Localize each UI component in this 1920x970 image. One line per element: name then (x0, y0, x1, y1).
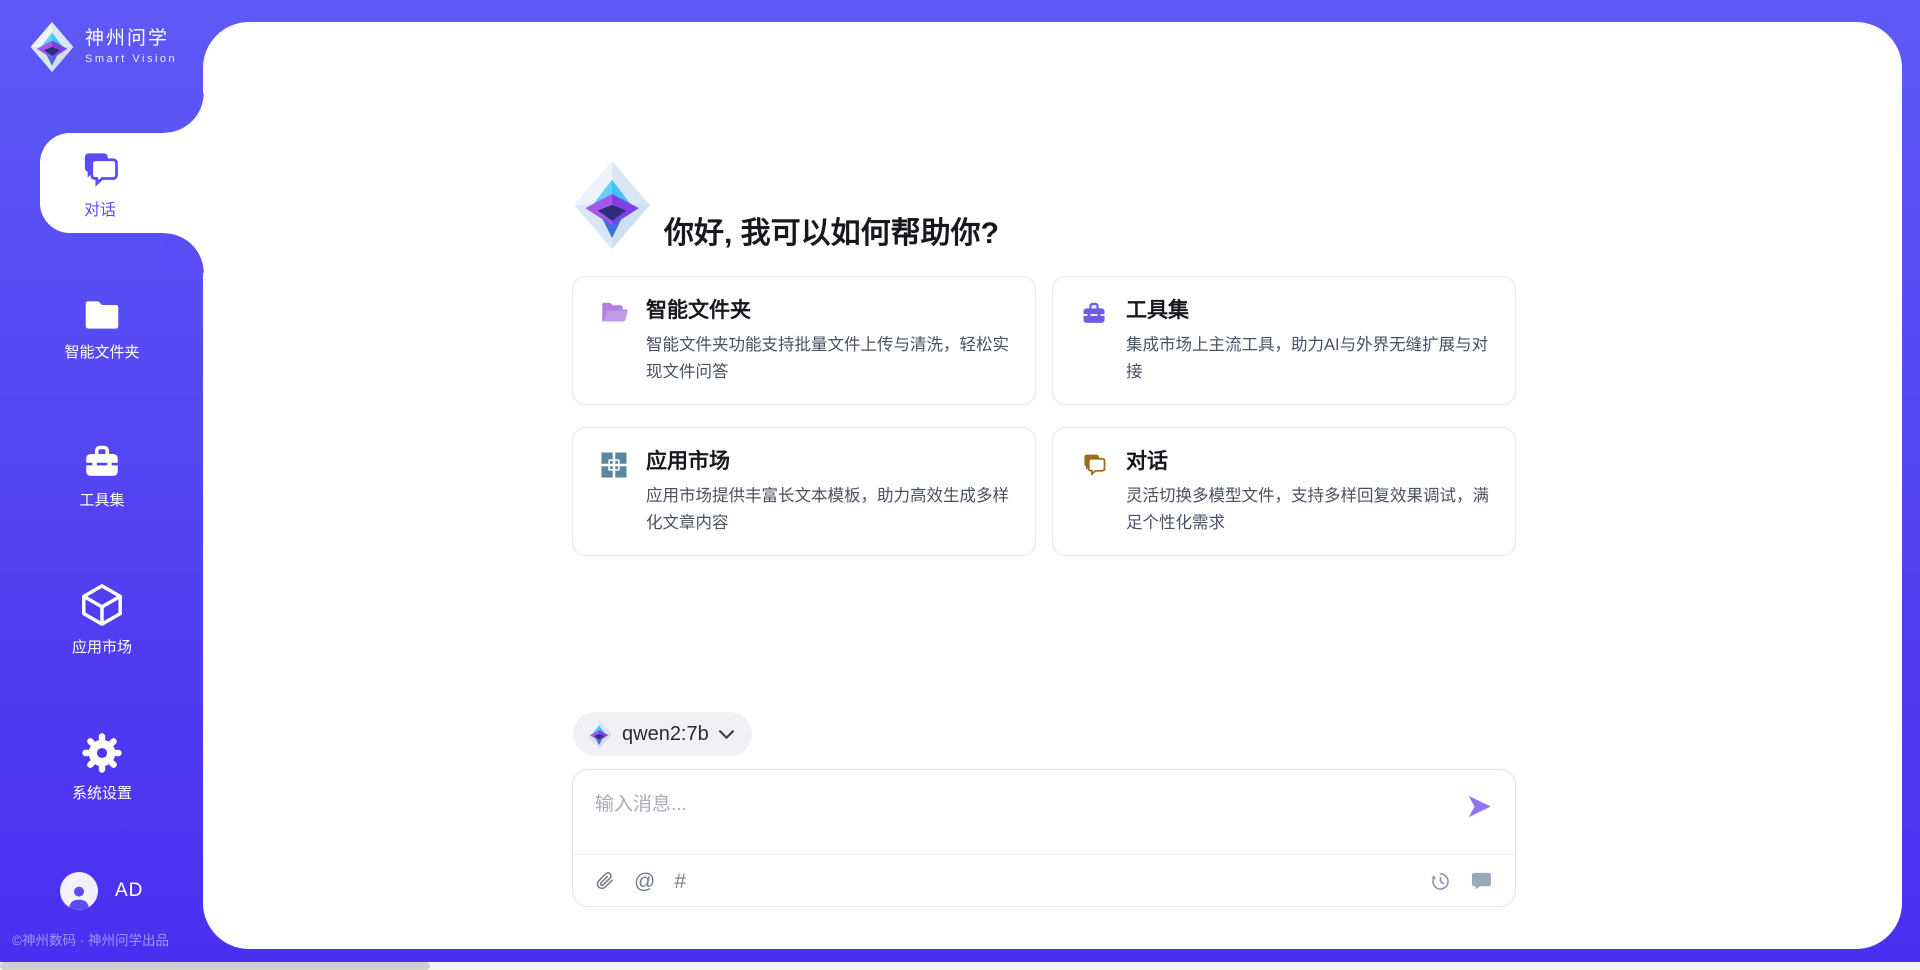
sidebar-item-toolset[interactable]: 工具集 (0, 440, 204, 510)
active-tab-bottom-fillet (164, 233, 204, 273)
chevron-down-icon (719, 730, 734, 739)
card-title: 应用市场 (646, 448, 1009, 476)
user-initials: AD (115, 880, 143, 902)
sidebar-item-label: 对话 (84, 196, 116, 220)
mention-button[interactable]: @ (634, 871, 655, 892)
folder-open-icon (599, 299, 629, 325)
sidebar-item-label: 智能文件夹 (64, 341, 139, 362)
sidebar: 神州问学 Smart Vision 对话 智能文件夹 (0, 0, 204, 970)
cube-icon (79, 581, 125, 629)
avatar (60, 872, 98, 910)
active-tab-top-fillet (164, 93, 204, 133)
gear-icon (80, 731, 124, 775)
hero-diamond-logo (574, 161, 650, 249)
history-clock-icon (1430, 871, 1451, 892)
hashtag-button[interactable]: # (674, 871, 686, 892)
card-title: 智能文件夹 (646, 297, 1009, 325)
app-grid-icon (599, 450, 629, 480)
card-description: 集成市场上主流工具，助力AI与外界无缝扩展与对接 (1126, 332, 1489, 386)
composer-toolbar: @ # (595, 855, 1493, 907)
horizontal-scrollbar-thumb[interactable] (0, 962, 430, 970)
sidebar-item-app-market[interactable]: 应用市场 (0, 581, 204, 657)
toolbox-icon (1079, 299, 1109, 327)
card-description: 灵活切换多模型文件，支持多样回复效果调试，满足个性化需求 (1126, 483, 1489, 537)
feature-card-chat[interactable]: 对话 灵活切换多模型文件，支持多样回复效果调试，满足个性化需求 (1052, 427, 1516, 556)
model-selector[interactable]: qwen2:7b (573, 712, 752, 756)
attach-file-button[interactable] (595, 870, 615, 892)
brand-diamond-icon (30, 22, 74, 72)
sidebar-item-label: 应用市场 (72, 636, 132, 657)
conversation-button[interactable] (1470, 871, 1493, 892)
chat-bubbles-icon (78, 146, 122, 190)
brand-name: 神州问学 (85, 28, 177, 50)
card-description: 应用市场提供丰富长文本模板，助力高效生成多样化文章内容 (646, 483, 1009, 537)
chat-bubble-icon (1470, 871, 1493, 892)
model-diamond-icon (586, 719, 612, 749)
card-title: 工具集 (1126, 297, 1489, 325)
user-account[interactable]: AD (60, 872, 143, 910)
brand-subtitle: Smart Vision (85, 53, 177, 66)
chat-bubbles-icon (1079, 450, 1109, 478)
message-input[interactable] (573, 770, 1433, 848)
person-icon (64, 882, 94, 910)
sidebar-item-label: 系统设置 (72, 782, 132, 803)
feature-card-smart-folder[interactable]: 智能文件夹 智能文件夹功能支持批量文件上传与清洗，轻松实现文件问答 (572, 276, 1036, 405)
card-title: 对话 (1126, 448, 1489, 476)
horizontal-scrollbar-track (0, 962, 1920, 970)
greeting-title: 你好, 我可以如何帮助你? (664, 208, 999, 252)
sidebar-item-smart-folder[interactable]: 智能文件夹 (0, 296, 204, 362)
brand-logo-block: 神州问学 Smart Vision (30, 22, 177, 72)
copyright-text: ©神州数码 · 神州问学出品 (12, 929, 169, 949)
sidebar-item-chat[interactable]: 对话 (40, 133, 204, 233)
history-button[interactable] (1430, 871, 1451, 892)
folder-icon (80, 296, 124, 334)
toolbox-icon (80, 440, 124, 482)
card-description: 智能文件夹功能支持批量文件上传与清洗，轻松实现文件问答 (646, 332, 1009, 386)
model-name: qwen2:7b (622, 723, 709, 746)
app-window: 神州问学 Smart Vision 对话 智能文件夹 (0, 0, 1920, 970)
message-composer: @ # (572, 769, 1516, 907)
sidebar-item-settings[interactable]: 系统设置 (0, 731, 204, 803)
sidebar-item-label: 工具集 (79, 489, 124, 510)
paperclip-icon (595, 870, 615, 892)
feature-card-toolset[interactable]: 工具集 集成市场上主流工具，助力AI与外界无缝扩展与对接 (1052, 276, 1516, 405)
feature-card-app-market[interactable]: 应用市场 应用市场提供丰富长文本模板，助力高效生成多样化文章内容 (572, 427, 1036, 556)
send-icon (1466, 794, 1493, 819)
send-button[interactable] (1466, 794, 1493, 819)
